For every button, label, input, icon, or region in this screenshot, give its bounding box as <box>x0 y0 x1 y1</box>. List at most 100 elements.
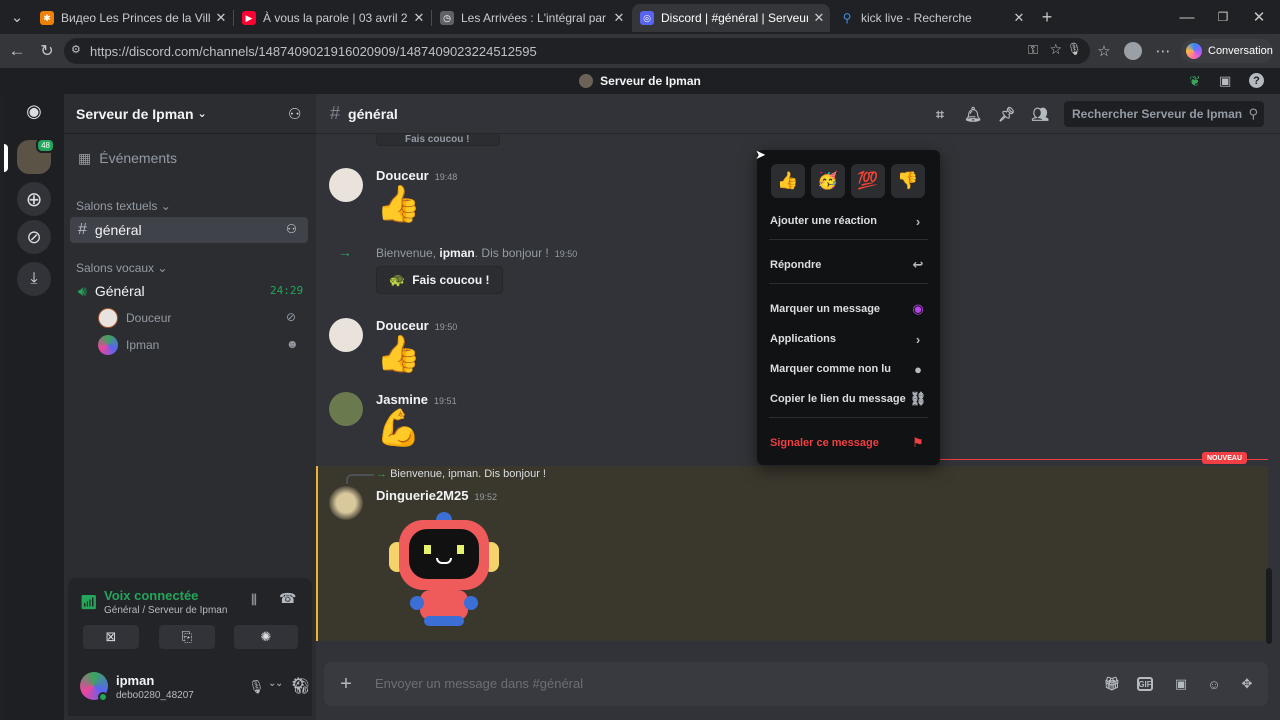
page-icon: ◷ <box>440 11 454 25</box>
menu-reply[interactable]: Répondre ↩ <box>765 252 932 278</box>
minimize-button[interactable]: — <box>1176 6 1198 28</box>
discord-home-icon[interactable]: ◉ <box>17 94 51 128</box>
avatar[interactable] <box>329 486 363 520</box>
browser-tab-search[interactable]: ⚲ kick live - Recherche ✕ <box>832 4 1030 32</box>
bell-icon[interactable]: 🔔︎ <box>963 104 983 124</box>
add-server-icon[interactable]: ⊕ <box>17 182 51 216</box>
menu-mark-unread[interactable]: Marquer comme non lu ● <box>765 356 932 382</box>
voice-user-ipman[interactable]: Ipman ☻ <box>98 334 308 356</box>
avatar[interactable] <box>329 168 363 202</box>
quick-reaction-thumbs-down[interactable]: 👎 <box>891 164 925 198</box>
soundboard-button[interactable]: ✺ <box>234 625 298 649</box>
hash-icon: # <box>78 221 87 238</box>
favorites-icon[interactable]: ☆ <box>1093 40 1115 62</box>
screen-share-button[interactable]: ⎘ <box>159 625 215 649</box>
disconnect-icon[interactable]: ☎ <box>279 590 296 607</box>
discover-icon[interactable]: ⊘ <box>17 220 51 254</box>
browser-tab-discord[interactable]: ◎ Discord | #général | Serveur de Ipman … <box>632 4 830 32</box>
menu-report-message[interactable]: Signaler ce message ⚑ <box>765 430 932 456</box>
close-tab-icon[interactable]: ✕ <box>210 10 232 26</box>
key-icon[interactable]: ⚿ <box>1028 42 1038 58</box>
gift-icon[interactable]: 🎁︎ <box>1102 674 1122 694</box>
close-tab-icon[interactable]: ✕ <box>808 10 830 26</box>
wave-button-partial[interactable]: Fais coucou ! <box>376 134 500 146</box>
new-message-highlight[interactable]: → Bienvenue, ipman. Dis bonjour ! Dingue… <box>316 466 1268 641</box>
quick-reaction-thumbs-up[interactable]: 👍 <box>771 164 805 198</box>
copilot-button[interactable]: Conversation <box>1181 39 1273 63</box>
voice-connection-panel: 📶︎ Voix connectée Général / Serveur de I… <box>68 578 312 662</box>
discord-favicon: ◎ <box>640 11 654 25</box>
back-icon[interactable]: ← <box>6 40 28 62</box>
category-text[interactable]: Salons textuels ⌄ <box>76 199 171 213</box>
create-invite-icon[interactable]: ⚇ <box>286 222 297 236</box>
scrollbar-thumb[interactable] <box>1266 568 1272 644</box>
category-voice[interactable]: Salons vocaux ⌄ <box>76 261 167 275</box>
settings-gear-icon[interactable]: ⚙ <box>291 674 305 694</box>
new-tab-button[interactable]: + <box>1036 6 1058 28</box>
quick-reaction-party[interactable]: 🥳 <box>811 164 845 198</box>
search-input[interactable]: Rechercher Serveur de Ipman ⚲ <box>1064 101 1264 127</box>
channel-general-text[interactable]: # général ⚇ <box>70 217 308 243</box>
more-menu-icon[interactable]: ⋯ <box>1152 40 1174 62</box>
user-panel: ipman debo0280_48207 🎙︎ ⌄ 🎧︎ <box>68 662 312 716</box>
star-icon[interactable]: ☆ <box>1049 41 1062 58</box>
wave-button[interactable]: 🐢 Fais coucou ! <box>376 266 503 294</box>
download-icon[interactable]: ⤓ <box>17 262 51 296</box>
url-field[interactable]: ⚙ https://discord.com/channels/148740902… <box>64 38 1090 64</box>
channel-general-voice[interactable]: 🔊︎ Général 24:29 <box>70 278 308 304</box>
server-icon-ipman[interactable]: 48 <box>17 138 55 174</box>
events-link[interactable]: ▦ Événements <box>70 145 308 171</box>
close-tab-icon[interactable]: ✕ <box>1008 10 1030 26</box>
youtube-icon: ▶ <box>242 11 256 25</box>
inbox-icon[interactable]: ▣ <box>1219 73 1231 89</box>
flag-icon: ⚑ <box>912 435 924 450</box>
menu-add-reaction[interactable]: Ajouter une réaction › <box>765 208 932 234</box>
server-header[interactable]: Serveur de Ipman ⌄ ⚇ <box>64 94 316 134</box>
avatar[interactable] <box>329 318 363 352</box>
camera-off-button[interactable]: ⊠ <box>83 625 139 649</box>
maximize-button[interactable]: ❐ <box>1212 6 1234 28</box>
close-tab-icon[interactable]: ✕ <box>608 10 630 26</box>
mic-icon[interactable]: 🎙 <box>1067 42 1082 56</box>
robot-sticker[interactable] <box>386 512 502 632</box>
message-composer[interactable]: + Envoyer un message dans #général 🎁︎ GI… <box>324 662 1268 706</box>
add-attachment-icon[interactable]: + <box>336 673 356 695</box>
members-icon[interactable]: 👥︎ <box>1030 104 1050 124</box>
close-tab-icon[interactable]: ✕ <box>408 10 430 26</box>
wave-sticker-icon: 🐢 <box>389 272 406 287</box>
menu-applications[interactable]: Applications › <box>765 326 932 352</box>
invite-user-icon[interactable]: ⚇ <box>288 105 301 123</box>
close-window-button[interactable]: ✕ <box>1248 6 1270 28</box>
chevron-down-icon[interactable]: ⌄ <box>275 678 283 689</box>
reload-icon[interactable]: ↻ <box>36 40 58 62</box>
tab-list-icon[interactable]: ⌄ <box>6 6 28 28</box>
site-info-icon[interactable]: ⚙ <box>71 43 81 56</box>
gif-button[interactable]: GIF <box>1137 677 1153 691</box>
voice-user-douceur[interactable]: Douceur ⊘ <box>98 307 308 329</box>
profile-avatar[interactable] <box>1122 40 1144 62</box>
emoji-icon[interactable]: ☺ <box>1204 674 1224 694</box>
noise-suppression-icon[interactable]: ⫼ <box>251 592 257 608</box>
quick-reaction-hundred[interactable]: 💯 <box>851 164 885 198</box>
message-input[interactable]: Envoyer un message dans #général <box>375 676 583 691</box>
join-arrow-icon: → <box>376 468 391 480</box>
threads-icon[interactable]: ⌗ <box>930 104 950 124</box>
chevron-down-icon: ⌄ <box>197 108 207 120</box>
help-icon[interactable]: ? <box>1249 73 1264 88</box>
menu-mark-message[interactable]: Marquer un message ◉ <box>765 296 932 322</box>
mouse-cursor: ➤ <box>755 147 766 162</box>
browser-tab-okru[interactable]: ✱ Видео Les Princes de la Ville | OK.ru … <box>32 4 232 32</box>
leaf-icon[interactable]: ❦ <box>1189 73 1201 90</box>
muted-mic-icon: ⊘ <box>286 310 297 324</box>
browser-tab-arrivees[interactable]: ◷ Les Arrivées : L'intégral par Yan1234 … <box>432 4 630 32</box>
pin-icon[interactable]: 📌︎ <box>997 104 1017 124</box>
browser-tab-youtube[interactable]: ▶ À vous la parole | 03 avril 2026 - You… <box>234 4 430 32</box>
reply-preview[interactable]: → Bienvenue, ipman. Dis bonjour ! <box>376 468 546 480</box>
notification-badge: 48 <box>36 138 55 153</box>
apps-icon[interactable]: ✥ <box>1237 674 1257 694</box>
menu-copy-link[interactable]: Copier le lien du message ⛓ <box>765 386 932 412</box>
avatar[interactable] <box>329 392 363 426</box>
microphone-icon[interactable]: 🎙︎ <box>248 679 265 695</box>
selected-pill <box>4 144 8 172</box>
sticker-icon[interactable]: ▣ <box>1171 674 1191 694</box>
